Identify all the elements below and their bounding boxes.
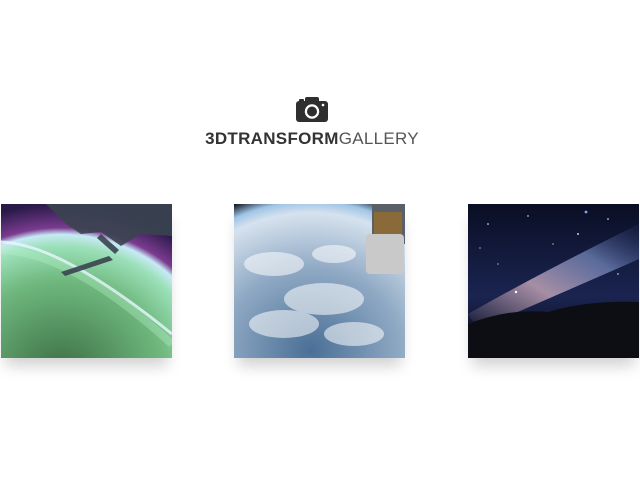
title-light: GALLERY <box>338 129 419 148</box>
page-title: 3DTRANSFORMGALLERY <box>0 128 624 150</box>
gallery-image-aurora[interactable] <box>1 204 172 358</box>
camera-icon <box>296 97 328 122</box>
gallery-page: 3DTRANSFORMGALLERY <box>0 0 640 480</box>
earth-clouds-photo <box>234 204 405 358</box>
gallery-header: 3DTRANSFORMGALLERY <box>0 96 624 150</box>
gallery-image-earth[interactable] <box>234 204 405 358</box>
milky-way-photo <box>468 204 639 358</box>
aurora-earth-photo <box>1 204 172 358</box>
title-bold: 3DTRANSFORM <box>205 129 339 148</box>
gallery-image-milkyway[interactable] <box>468 204 639 358</box>
